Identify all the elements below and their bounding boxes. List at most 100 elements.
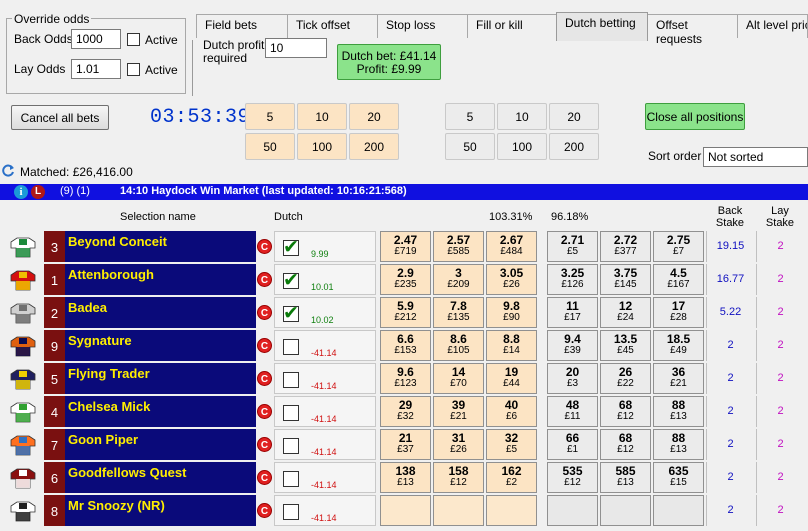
back-price-cell[interactable]: 2.57 £585 (433, 231, 484, 262)
runner-name[interactable]: Flying Trader (65, 363, 256, 394)
back-stake-value[interactable]: 2 (706, 330, 754, 361)
lay-price-cell[interactable]: 635 £15 (653, 462, 704, 493)
dutch-checkbox[interactable] (283, 504, 299, 520)
tab-dutch-betting[interactable]: Dutch betting (556, 12, 648, 41)
back-stake-value[interactable]: 16.77 (706, 264, 754, 295)
dutch-checkbox[interactable] (283, 405, 299, 421)
lay-price-cell[interactable]: 535 £12 (547, 462, 598, 493)
lay-price-cell[interactable]: 66 £1 (547, 429, 598, 460)
refresh-icon[interactable] (1, 164, 15, 178)
c-icon[interactable]: C (257, 371, 272, 386)
runner-name[interactable]: Mr Snoozy (NR) (65, 495, 256, 526)
lay-stake-value[interactable]: 2 (756, 462, 804, 493)
stake-right-200[interactable]: 200 (549, 133, 599, 160)
tab-tick-offset[interactable]: Tick offset (287, 14, 378, 38)
lay-stake-value[interactable]: 2 (756, 363, 804, 394)
tab-offset-requests[interactable]: Offset requests (647, 14, 738, 46)
back-price-cell[interactable]: 14 £70 (433, 363, 484, 394)
stake-right-50[interactable]: 50 (445, 133, 495, 160)
dutch-bet-button[interactable]: Dutch bet: £41.14 Profit: £9.99 (337, 44, 441, 80)
dutch-checkbox[interactable]: ✔ (283, 236, 299, 258)
back-price-cell[interactable]: 3 £209 (433, 264, 484, 295)
lay-price-cell[interactable]: 12 £24 (600, 297, 651, 328)
back-price-cell[interactable]: 162 £2 (486, 462, 537, 493)
lay-price-cell[interactable]: 68 £12 (600, 396, 651, 427)
stake-right-100[interactable]: 100 (497, 133, 547, 160)
lay-price-cell[interactable]: 585 £13 (600, 462, 651, 493)
tab-stop-loss[interactable]: Stop loss (377, 14, 468, 38)
back-price-cell[interactable]: 19 £44 (486, 363, 537, 394)
dutch-checkbox[interactable]: ✔ (283, 302, 299, 324)
lay-price-cell[interactable]: 2.72 £377 (600, 231, 651, 262)
dutch-checkbox[interactable] (283, 339, 299, 355)
runner-name[interactable]: Badea (65, 297, 256, 328)
lay-price-cell[interactable] (547, 495, 598, 526)
lay-price-cell[interactable]: 88 £13 (653, 396, 704, 427)
back-price-cell[interactable] (433, 495, 484, 526)
back-price-cell[interactable]: 138 £13 (380, 462, 431, 493)
lay-stake-value[interactable]: 2 (756, 297, 804, 328)
stake-left-50[interactable]: 50 (245, 133, 295, 160)
stake-right-10[interactable]: 10 (497, 103, 547, 130)
lay-odds-input[interactable] (71, 59, 121, 79)
info-icon[interactable]: i (14, 185, 28, 199)
back-price-cell[interactable]: 9.6 £123 (380, 363, 431, 394)
back-price-cell[interactable]: 8.8 £14 (486, 330, 537, 361)
close-all-positions-button[interactable]: Close all positions (645, 103, 745, 130)
back-price-cell[interactable]: 3.05 £26 (486, 264, 537, 295)
l-icon[interactable]: L (31, 185, 45, 199)
stake-right-5[interactable]: 5 (445, 103, 495, 130)
dutch-profit-input[interactable] (265, 38, 327, 58)
runner-name[interactable]: Chelsea Mick (65, 396, 256, 427)
lay-active-checkbox[interactable] (127, 63, 140, 76)
runner-name[interactable]: Goon Piper (65, 429, 256, 460)
stake-left-200[interactable]: 200 (349, 133, 399, 160)
lay-price-cell[interactable]: 11 £17 (547, 297, 598, 328)
tab-field-bets[interactable]: Field bets (196, 14, 288, 38)
lay-price-cell[interactable] (600, 495, 651, 526)
lay-price-cell[interactable]: 2.75 £7 (653, 231, 704, 262)
lay-price-cell[interactable]: 68 £12 (600, 429, 651, 460)
back-stake-value[interactable]: 2 (706, 495, 754, 526)
c-icon[interactable]: C (257, 305, 272, 320)
back-price-cell[interactable]: 2.47 £719 (380, 231, 431, 262)
lay-price-cell[interactable]: 88 £13 (653, 429, 704, 460)
back-price-cell[interactable]: 6.6 £153 (380, 330, 431, 361)
lay-price-cell[interactable]: 3.25 £126 (547, 264, 598, 295)
runner-name[interactable]: Sygnature (65, 330, 256, 361)
c-icon[interactable]: C (257, 404, 272, 419)
lay-price-cell[interactable]: 4.5 £167 (653, 264, 704, 295)
stake-right-20[interactable]: 20 (549, 103, 599, 130)
back-price-cell[interactable]: 7.8 £135 (433, 297, 484, 328)
back-price-cell[interactable]: 29 £32 (380, 396, 431, 427)
back-price-cell[interactable]: 5.9 £212 (380, 297, 431, 328)
lay-stake-value[interactable]: 2 (756, 396, 804, 427)
lay-price-cell[interactable]: 20 £3 (547, 363, 598, 394)
lay-price-cell[interactable] (653, 495, 704, 526)
back-stake-value[interactable]: 2 (706, 462, 754, 493)
back-price-cell[interactable]: 31 £26 (433, 429, 484, 460)
back-price-cell[interactable]: 9.8 £90 (486, 297, 537, 328)
lay-price-cell[interactable]: 36 £21 (653, 363, 704, 394)
runner-name[interactable]: Beyond Conceit (65, 231, 256, 262)
c-icon[interactable]: C (257, 338, 272, 353)
back-price-cell[interactable]: 39 £21 (433, 396, 484, 427)
back-price-cell[interactable]: 8.6 £105 (433, 330, 484, 361)
dutch-checkbox[interactable] (283, 372, 299, 388)
back-price-cell[interactable]: 2.67 £484 (486, 231, 537, 262)
stake-left-5[interactable]: 5 (245, 103, 295, 130)
c-icon[interactable]: C (257, 437, 272, 452)
lay-price-cell[interactable]: 3.75 £145 (600, 264, 651, 295)
lay-stake-value[interactable]: 2 (756, 495, 804, 526)
lay-price-cell[interactable]: 48 £11 (547, 396, 598, 427)
back-stake-value[interactable]: 19.15 (706, 231, 754, 262)
back-stake-value[interactable]: 5.22 (706, 297, 754, 328)
back-price-cell[interactable]: 21 £37 (380, 429, 431, 460)
stake-left-100[interactable]: 100 (297, 133, 347, 160)
dutch-checkbox[interactable] (283, 438, 299, 454)
lay-price-cell[interactable]: 17 £28 (653, 297, 704, 328)
lay-price-cell[interactable]: 9.4 £39 (547, 330, 598, 361)
back-price-cell[interactable]: 158 £12 (433, 462, 484, 493)
lay-stake-value[interactable]: 2 (756, 264, 804, 295)
c-icon[interactable]: C (257, 272, 272, 287)
